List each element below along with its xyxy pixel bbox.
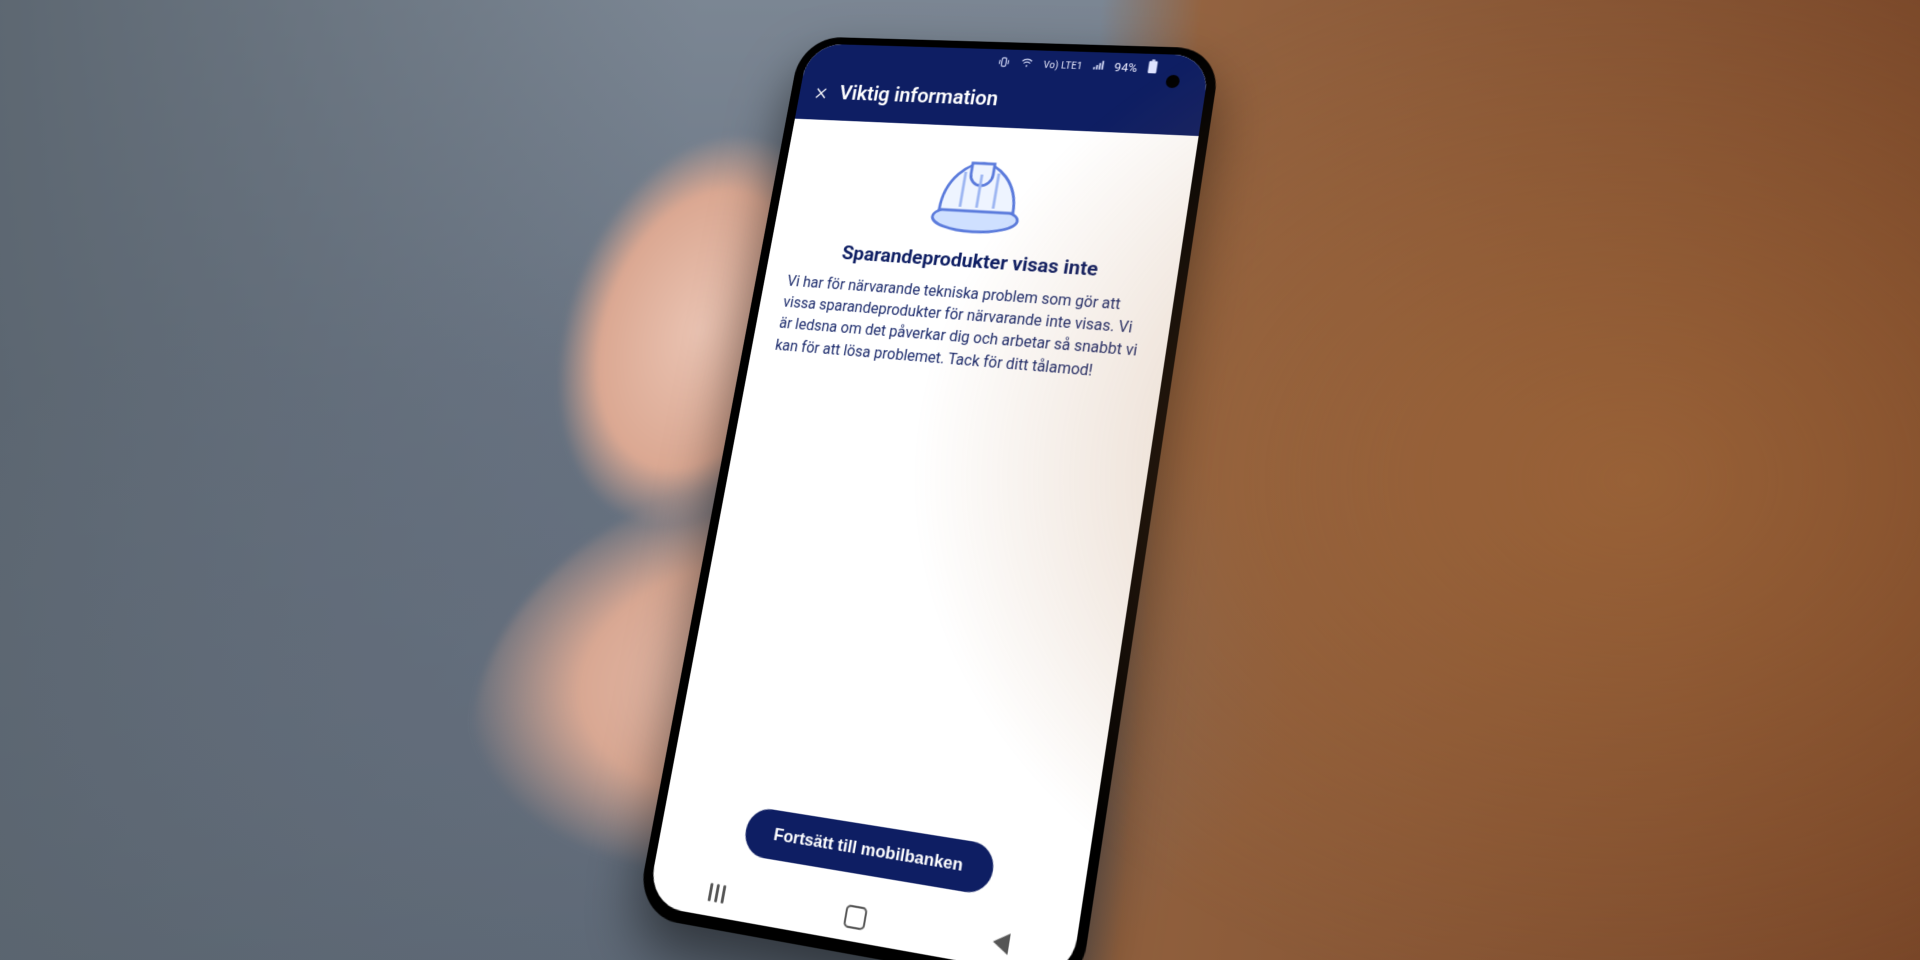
punch-hole-camera: [1165, 75, 1181, 88]
wifi-icon: [1018, 56, 1035, 73]
hard-hat-icon: [916, 145, 1042, 243]
close-icon[interactable]: ×: [813, 81, 829, 104]
app-header: × Viktig information: [795, 71, 1206, 136]
android-nav-bar: [647, 859, 1078, 960]
signal-icon: [1090, 59, 1106, 76]
phone: Vo) LTE1 94% × Viktig information: [636, 36, 1222, 960]
continue-button[interactable]: Fortsätt till mobilbanken: [742, 806, 997, 896]
app-body: Sparandeprodukter visas inte Vi har för …: [751, 119, 1199, 387]
cta-wrap: Fortsätt till mobilbanken: [659, 793, 1089, 912]
page-title: Viktig information: [837, 82, 1000, 110]
battery-percent: 94%: [1113, 61, 1138, 76]
photo-background: Vo) LTE1 94% × Viktig information: [0, 0, 1920, 960]
vibrate-icon: [996, 56, 1012, 73]
phone-screen: Vo) LTE1 94% × Viktig information: [647, 43, 1211, 960]
nav-home-icon[interactable]: [843, 904, 868, 931]
nav-recent-icon[interactable]: [708, 883, 727, 904]
battery-icon: [1145, 59, 1159, 78]
error-heading: Sparandeprodukter visas inte: [791, 239, 1154, 285]
nav-back-icon[interactable]: [991, 931, 1011, 955]
hand-silhouette: [437, 412, 1222, 960]
error-body: Vi har för närvarande tekniska problem s…: [774, 270, 1149, 385]
thumb-silhouette: [497, 85, 904, 575]
network-label: Vo) LTE1: [1043, 60, 1083, 71]
status-bar: Vo) LTE1 94%: [804, 43, 1211, 85]
